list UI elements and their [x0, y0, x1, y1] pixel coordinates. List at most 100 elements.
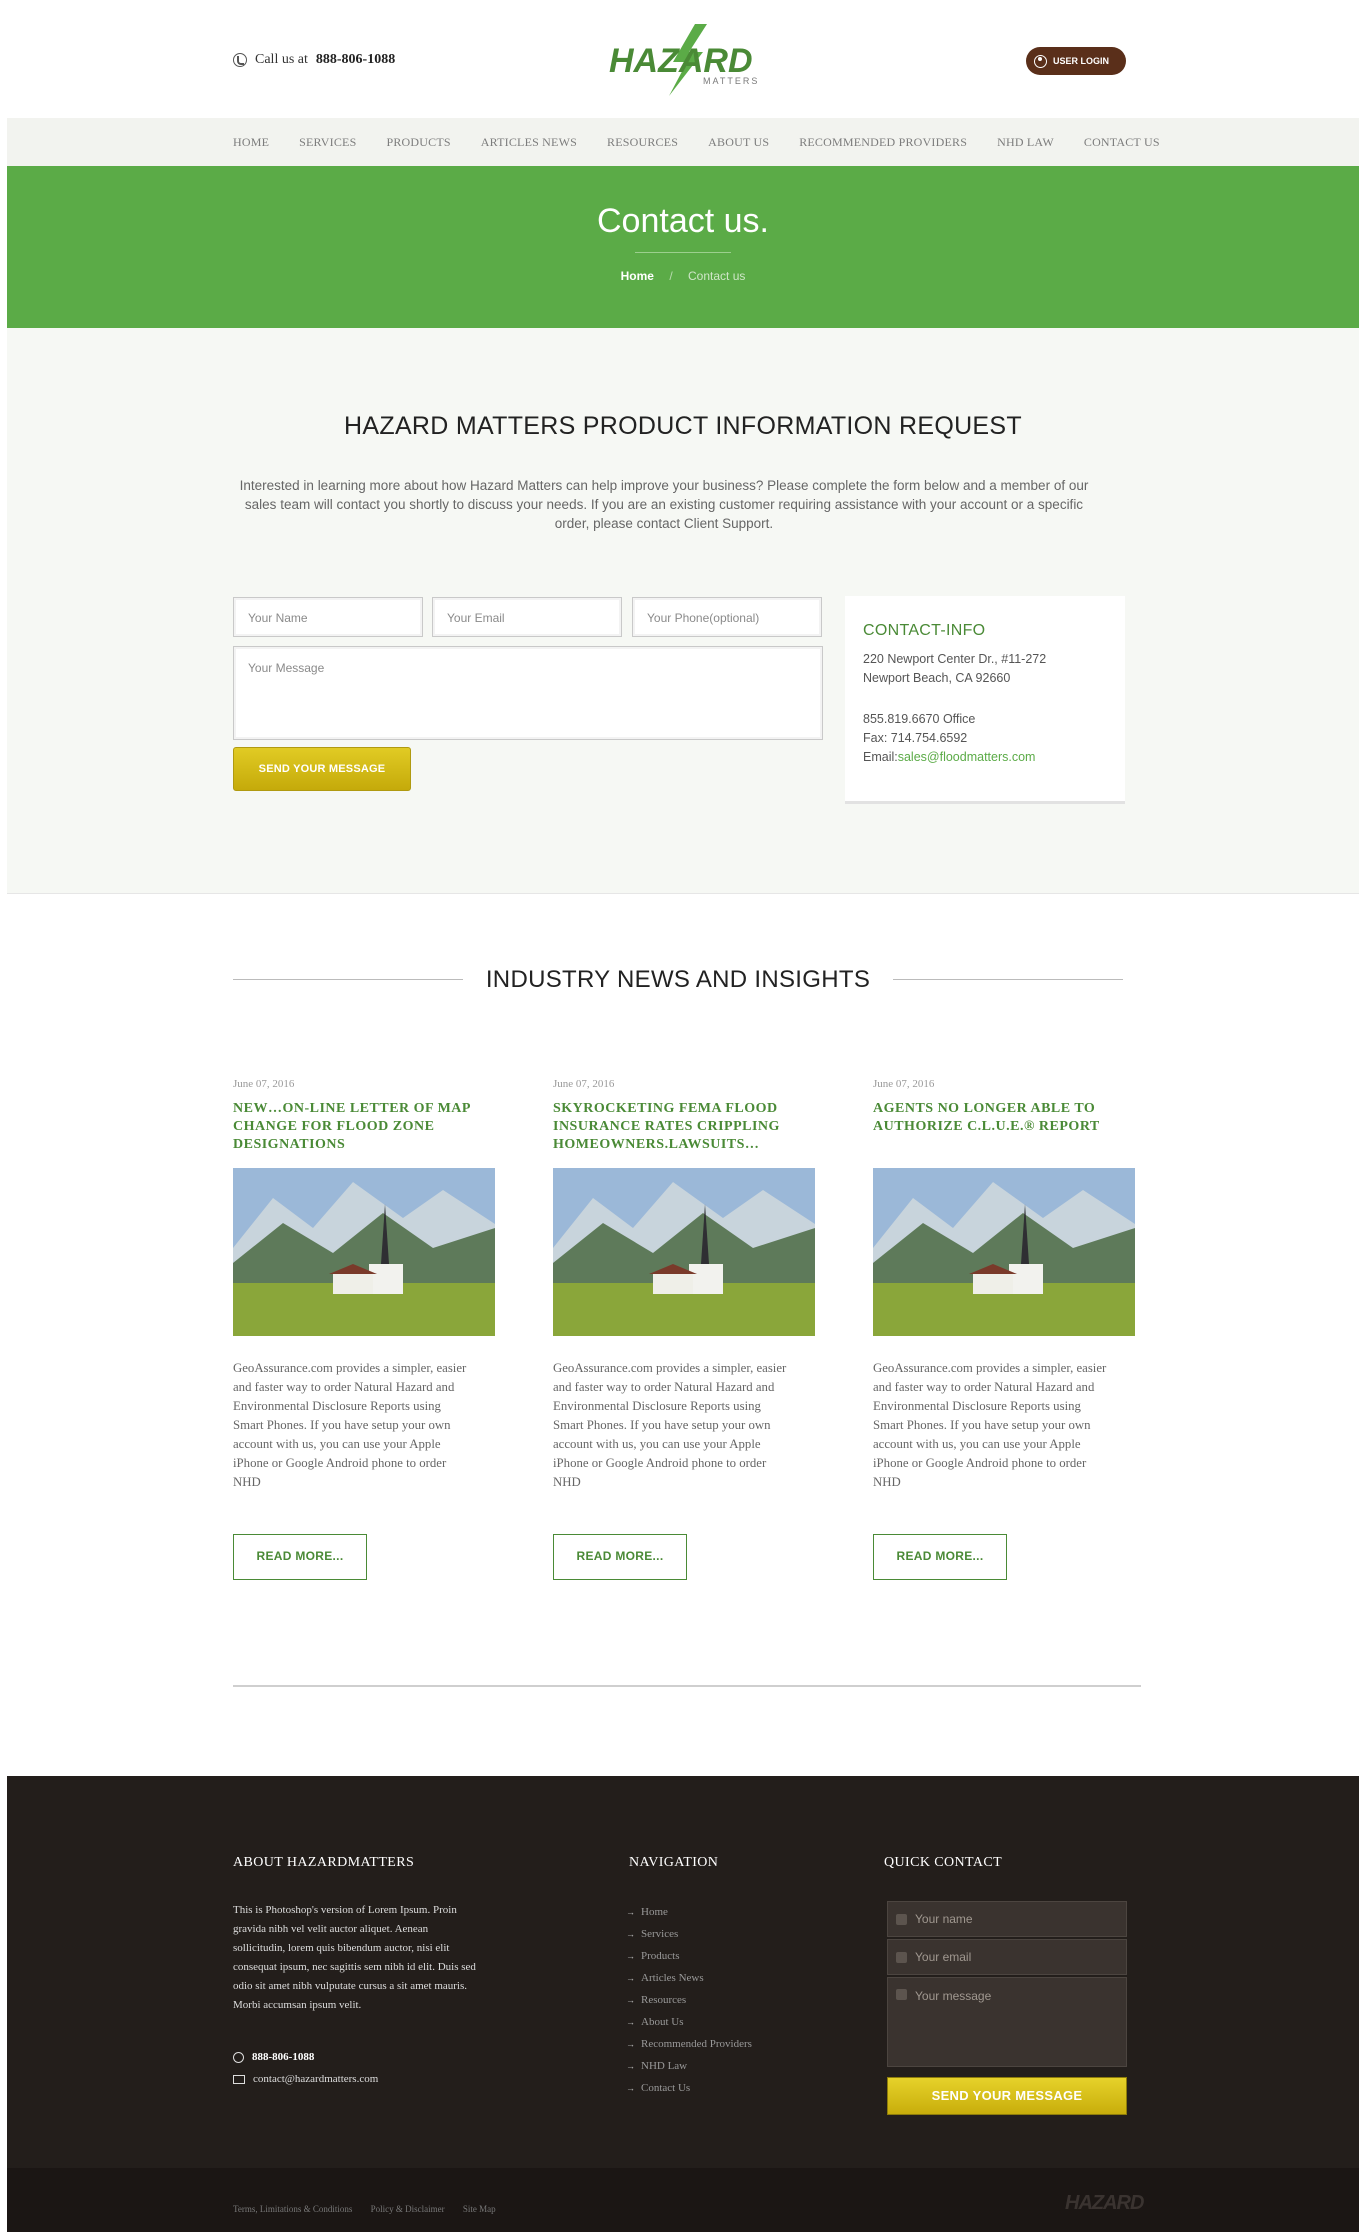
- footer-nav-list: Home Services Products Articles News Res…: [626, 1901, 752, 2099]
- email-input[interactable]: Your Email: [432, 597, 622, 637]
- breadcrumb: Home / Contact us: [7, 269, 1359, 283]
- address-line-1: 220 Newport Center Dr., #11-272: [863, 652, 1047, 666]
- phone-icon: [233, 53, 247, 67]
- address-line-2: Newport Beach, CA 92660: [863, 671, 1011, 685]
- read-more-button[interactable]: READ MORE...: [873, 1534, 1007, 1580]
- sitemap-link[interactable]: Site Map: [463, 2204, 496, 2214]
- quick-message-placeholder: Your message: [915, 1989, 992, 2003]
- news-image[interactable]: [233, 1168, 495, 1336]
- message-textarea[interactable]: Your Message: [233, 646, 823, 740]
- news-title[interactable]: NEW…ON-LINE LETTER OF MAP CHANGE FOR FLO…: [233, 1100, 495, 1160]
- send-message-button[interactable]: SEND YOUR MESSAGE: [233, 747, 411, 791]
- footer-logo: HAZARD: [1065, 2192, 1144, 2214]
- footer: ABOUT HAZARDMATTERS This is Photoshop's …: [7, 1776, 1359, 2168]
- main-nav: HOME SERVICES PRODUCTS ARTICLES NEWS RES…: [7, 118, 1359, 166]
- footer-nav-products[interactable]: Products: [626, 1945, 752, 1967]
- nav-item-about-us[interactable]: ABOUT US: [708, 135, 769, 150]
- page: Call us at 888-806-1088 HAZARD MATTERS U…: [7, 0, 1359, 2232]
- hazard-logo[interactable]: HAZARD MATTERS: [603, 18, 763, 102]
- news-image[interactable]: [553, 1168, 815, 1336]
- quick-message-textarea[interactable]: Your message: [887, 1977, 1127, 2067]
- email-row: Email:sales@floodmatters.com: [863, 748, 1107, 767]
- news-heading: INDUSTRY NEWS AND INSIGHTS: [485, 966, 871, 993]
- footer-phone-row: 888-806-1088: [233, 2046, 378, 2068]
- user-login-label: USER LOGIN: [1053, 56, 1110, 66]
- breadcrumb-current: Contact us: [688, 269, 746, 283]
- footer-about-text: This is Photoshop's version of Lorem Ips…: [233, 1904, 476, 2011]
- bottom-links: Terms, Limitations & Conditions Policy &…: [233, 2204, 512, 2214]
- page-hero: Contact us. Home / Contact us: [7, 166, 1359, 328]
- envelope-icon: [896, 1951, 907, 1963]
- fax-number: Fax: 714.754.6592: [863, 731, 968, 745]
- quick-name-placeholder: Your name: [915, 1912, 973, 1926]
- request-heading: HAZARD MATTERS PRODUCT INFORMATION REQUE…: [344, 412, 1022, 440]
- contact-info-card: CONTACT-INFO 220 Newport Center Dr., #11…: [845, 596, 1125, 804]
- title-divider: [635, 252, 731, 253]
- call-number[interactable]: 888-806-1088: [316, 52, 395, 68]
- footer-email-row: contact@hazardmatters.com: [233, 2068, 378, 2090]
- quick-email-placeholder: Your email: [915, 1950, 972, 1964]
- user-login-button[interactable]: USER LOGIN: [1026, 47, 1126, 75]
- email-label: Email:: [863, 750, 898, 764]
- nav-item-nhd-law[interactable]: NHD LAW: [997, 135, 1054, 150]
- news-date: June 07, 2016: [233, 1078, 295, 1090]
- nav-item-products[interactable]: PRODUCTS: [386, 135, 450, 150]
- nav-item-contact-us[interactable]: CONTACT US: [1084, 135, 1160, 150]
- quick-email-input[interactable]: Your email: [887, 1939, 1127, 1975]
- phone-icon: [233, 2051, 244, 2063]
- email-link[interactable]: sales@floodmatters.com: [898, 750, 1036, 764]
- news-title[interactable]: AGENTS NO LONGER ABLE TO AUTHORIZE C.L.U…: [873, 1100, 1135, 1160]
- news-card: June 07, 2016 SKYROCKETING FEMA FLOOD IN…: [553, 1078, 815, 1580]
- news-date: June 07, 2016: [553, 1078, 615, 1090]
- heading-rule-right: [893, 979, 1123, 980]
- office-phone: 855.819.6670 Office: [863, 712, 976, 726]
- footer-nav-contact-us[interactable]: Contact Us: [626, 2077, 752, 2099]
- quick-name-input[interactable]: Your name: [887, 1901, 1127, 1937]
- news-excerpt: GeoAssurance.com provides a simpler, eas…: [233, 1361, 467, 1489]
- pencil-icon: [896, 1989, 907, 2000]
- name-input[interactable]: Your Name: [233, 597, 423, 637]
- nav-item-home[interactable]: HOME: [233, 135, 269, 150]
- footer-nav-resources[interactable]: Resources: [626, 1989, 752, 2011]
- bottom-bar: Terms, Limitations & Conditions Policy &…: [7, 2168, 1359, 2232]
- breadcrumb-home[interactable]: Home: [621, 269, 654, 283]
- news-excerpt: GeoAssurance.com provides a simpler, eas…: [553, 1361, 787, 1489]
- news-card: June 07, 2016 NEW…ON-LINE LETTER OF MAP …: [233, 1078, 495, 1580]
- footer-phone[interactable]: 888-806-1088: [252, 2051, 314, 2063]
- news-heading-block: INDUSTRY NEWS AND INSIGHTS: [233, 966, 1123, 996]
- footer-email[interactable]: contact@hazardmatters.com: [253, 2073, 378, 2085]
- footer-contact: 888-806-1088 contact@hazardmatters.com: [233, 2046, 378, 2090]
- policy-link[interactable]: Policy & Disclaimer: [371, 2204, 445, 2214]
- nav-item-recommended-providers[interactable]: RECOMMENDED PROVIDERS: [799, 135, 967, 150]
- nav-item-services[interactable]: SERVICES: [299, 135, 356, 150]
- page-title: Contact us.: [597, 202, 769, 240]
- footer-nav-nhd-law[interactable]: NHD Law: [626, 2055, 752, 2077]
- news-date: June 07, 2016: [873, 1078, 935, 1090]
- logo-sub: MATTERS: [703, 76, 759, 86]
- footer-nav-home[interactable]: Home: [626, 1901, 752, 1923]
- contact-info-title: CONTACT-INFO: [863, 622, 986, 639]
- nav-item-resources[interactable]: RESOURCES: [607, 135, 678, 150]
- call-prefix: Call us at: [255, 52, 308, 67]
- footer-about-title: ABOUT HAZARDMATTERS: [233, 1855, 415, 1870]
- call-us: Call us at 888-806-1088: [233, 52, 395, 68]
- footer-nav-articles-news[interactable]: Articles News: [626, 1967, 752, 1989]
- terms-link[interactable]: Terms, Limitations & Conditions: [233, 2204, 352, 2214]
- news-title[interactable]: SKYROCKETING FEMA FLOOD INSURANCE RATES …: [553, 1100, 815, 1160]
- read-more-button[interactable]: READ MORE...: [233, 1534, 367, 1580]
- request-intro: Interested in learning more about how Ha…: [239, 478, 1089, 531]
- request-section: HAZARD MATTERS PRODUCT INFORMATION REQUE…: [7, 328, 1359, 894]
- footer-nav-about-us[interactable]: About Us: [626, 2011, 752, 2033]
- footer-nav-services[interactable]: Services: [626, 1923, 752, 1945]
- news-card: June 07, 2016 AGENTS NO LONGER ABLE TO A…: [873, 1078, 1135, 1580]
- section-divider: [233, 1685, 1141, 1687]
- quick-send-button[interactable]: SEND YOUR MESSAGE: [887, 2077, 1127, 2115]
- news-image[interactable]: [873, 1168, 1135, 1336]
- phone-input[interactable]: Your Phone(optional): [632, 597, 822, 637]
- user-icon: [896, 1913, 907, 1925]
- read-more-button[interactable]: READ MORE...: [553, 1534, 687, 1580]
- footer-nav-recommended-providers[interactable]: Recommended Providers: [626, 2033, 752, 2055]
- nav-item-articles-news[interactable]: ARTICLES NEWS: [481, 135, 577, 150]
- logo-text: HAZARD: [609, 42, 753, 80]
